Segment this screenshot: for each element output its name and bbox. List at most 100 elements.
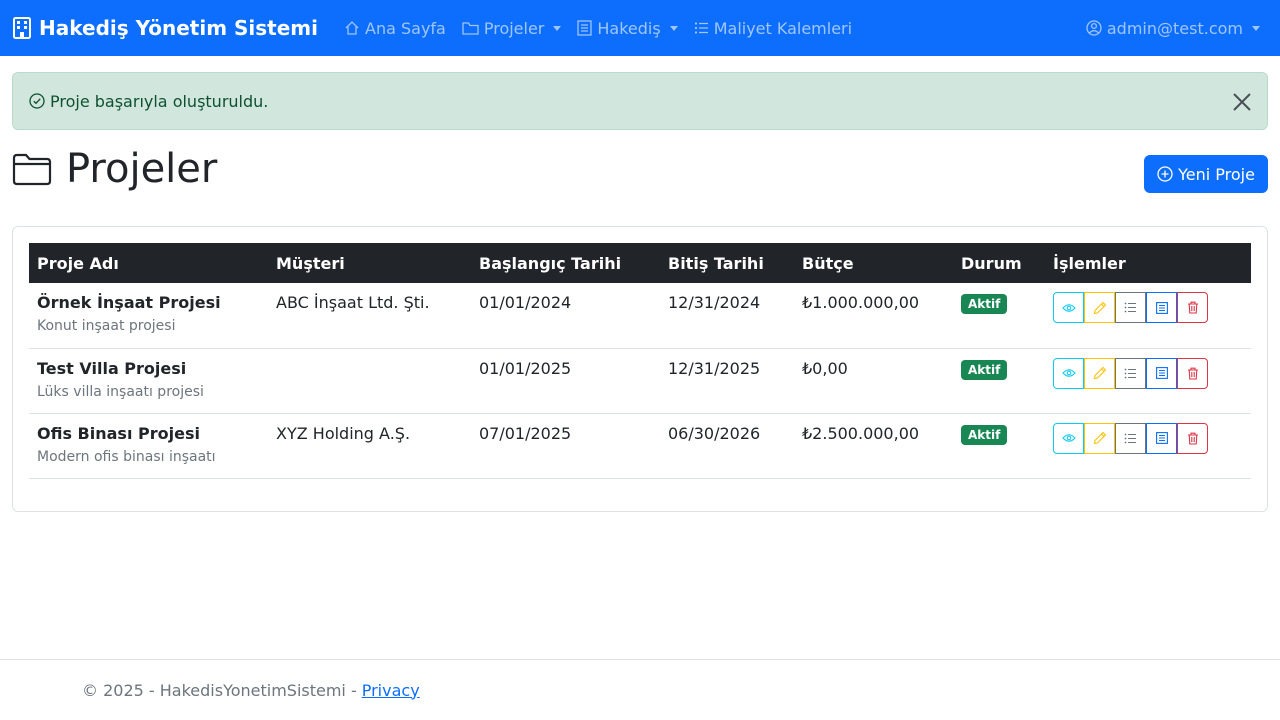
header-actions: İşlemler (1053, 253, 1126, 273)
privacy-link[interactable]: Privacy (362, 681, 420, 700)
user-email: admin@test.com (1106, 18, 1243, 38)
project-customer: ABC İnşaat Ltd. Şti. (276, 293, 430, 312)
nav-projects-label: Projeler (483, 18, 545, 38)
status-badge: Aktif (961, 424, 1008, 445)
header-start-date: Başlangıç Tarihi (479, 253, 622, 273)
edit-button[interactable] (1084, 357, 1115, 389)
project-name: Örnek İnşaat Projesi (37, 293, 221, 312)
delete-button[interactable] (1177, 422, 1208, 454)
nav-cost-items-label: Maliyet Kalemleri (713, 18, 853, 38)
pencil-icon (1093, 301, 1106, 314)
list-icon (1124, 433, 1136, 443)
new-project-button[interactable]: Yeni Proje (1144, 155, 1268, 193)
success-alert: Proje başarıyla oluşturuldu. (12, 72, 1268, 130)
header-end-date: Bitiş Tarihi (668, 253, 764, 273)
alert-message: Proje başarıyla oluşturuldu. (50, 91, 269, 111)
project-budget: ₺1.000.000,00 (802, 293, 920, 312)
row-actions (1053, 357, 1243, 389)
projects-table: Proje Adı Müşteri Başlangıç Tarihi Bitiş… (29, 243, 1251, 479)
project-start-date: 07/01/2025 (479, 423, 572, 443)
row-actions (1053, 292, 1243, 323)
edit-button[interactable] (1084, 422, 1115, 454)
brand-title: Hakediş Yönetim Sistemi (39, 16, 318, 40)
view-button[interactable] (1053, 292, 1084, 323)
chevron-down-icon (1252, 25, 1260, 31)
nav-hakedis-dropdown[interactable]: Hakediş (569, 0, 685, 56)
trash-icon (1187, 301, 1198, 314)
nav-hakedis-label: Hakediş (597, 18, 661, 38)
pencil-icon (1093, 366, 1106, 380)
chevron-down-icon (669, 25, 678, 31)
nav-home[interactable]: Ana Sayfa (336, 0, 454, 56)
project-end-date: 12/31/2025 (668, 358, 761, 378)
cost-items-button[interactable] (1115, 357, 1146, 389)
view-button[interactable] (1053, 357, 1084, 389)
project-description: Konut inşaat projesi (37, 318, 176, 334)
pencil-icon (1093, 431, 1106, 445)
hakedis-button[interactable] (1146, 292, 1177, 323)
table-row: Ofis Binası Projesi Modern ofis binası in… (29, 413, 1251, 478)
brand-link[interactable]: Hakediş Yönetim Sistemi (12, 16, 318, 40)
folder-icon (462, 21, 479, 35)
trash-icon (1187, 432, 1198, 445)
project-budget: ₺0,00 (802, 358, 848, 378)
user-circle-icon (1086, 20, 1102, 36)
hakedis-button[interactable] (1146, 422, 1177, 454)
project-customer: XYZ Holding A.Ş. (276, 423, 411, 443)
nav-cost-items[interactable]: Maliyet Kalemleri (686, 0, 860, 56)
list-icon (694, 22, 708, 34)
list-icon (1124, 302, 1136, 313)
eye-icon (1061, 369, 1076, 377)
project-start-date: 01/01/2024 (479, 293, 572, 312)
table-row: Örnek İnşaat Projesi Konut inşaat projesi… (29, 283, 1251, 348)
page-title-text: Projeler (66, 146, 218, 192)
status-badge: Aktif (961, 359, 1008, 380)
nav-home-label: Ana Sayfa (365, 18, 446, 38)
page-title: Projeler (12, 146, 217, 192)
delete-button[interactable] (1177, 292, 1208, 323)
table-row: Test Villa Projesi Lüks villa inşaatı pro… (29, 348, 1251, 413)
cost-items-button[interactable] (1115, 422, 1146, 454)
nav-projects-dropdown[interactable]: Projeler (454, 0, 570, 56)
receipt-icon (1155, 432, 1168, 444)
receipt-icon (1155, 301, 1168, 314)
eye-icon (1061, 303, 1076, 312)
trash-icon (1187, 367, 1198, 380)
project-end-date: 06/30/2026 (668, 423, 761, 443)
project-name: Test Villa Projesi (37, 358, 187, 378)
hakedis-button[interactable] (1146, 357, 1177, 389)
eye-icon (1061, 434, 1076, 442)
project-description: Lüks villa inşaatı projesi (37, 383, 204, 400)
list-icon (1124, 368, 1136, 378)
header-project-name: Proje Adı (37, 253, 119, 273)
check-circle-icon (29, 93, 45, 109)
receipt-icon (1155, 367, 1168, 379)
building-icon (13, 17, 31, 39)
house-icon (345, 21, 359, 35)
footer: © 2025 - HakedisYonetimSistemi - Privacy (0, 659, 1280, 720)
user-menu-dropdown[interactable]: admin@test.com (1086, 19, 1268, 38)
projects-card: Proje Adı Müşteri Başlangıç Tarihi Bitiş… (12, 226, 1268, 512)
project-budget: ₺2.500.000,00 (802, 423, 920, 443)
view-button[interactable] (1053, 422, 1084, 454)
header-customer: Müşteri (276, 253, 345, 273)
folder-icon (12, 153, 52, 186)
project-customer (268, 348, 471, 413)
project-start-date: 01/01/2025 (479, 358, 572, 378)
new-project-label: Yeni Proje (1178, 164, 1255, 184)
plus-circle-icon (1157, 166, 1173, 182)
header-status: Durum (961, 253, 1022, 273)
project-description: Modern ofis binası inşaatı (37, 448, 216, 465)
delete-button[interactable] (1177, 357, 1208, 389)
table-header-row: Proje Adı Müşteri Başlangıç Tarihi Bitiş… (29, 243, 1251, 283)
edit-button[interactable] (1084, 292, 1115, 323)
cost-items-button[interactable] (1115, 292, 1146, 323)
row-actions (1053, 422, 1243, 454)
chevron-down-icon (553, 25, 562, 31)
close-icon[interactable] (1231, 91, 1253, 113)
project-name: Ofis Binası Projesi (37, 423, 200, 443)
navbar: Hakediş Yönetim Sistemi Ana Sayfa Projel… (0, 0, 1280, 56)
footer-copyright: © 2025 - HakedisYonetimSistemi - (82, 680, 357, 700)
status-badge: Aktif (961, 294, 1008, 314)
project-end-date: 12/31/2024 (668, 293, 761, 312)
